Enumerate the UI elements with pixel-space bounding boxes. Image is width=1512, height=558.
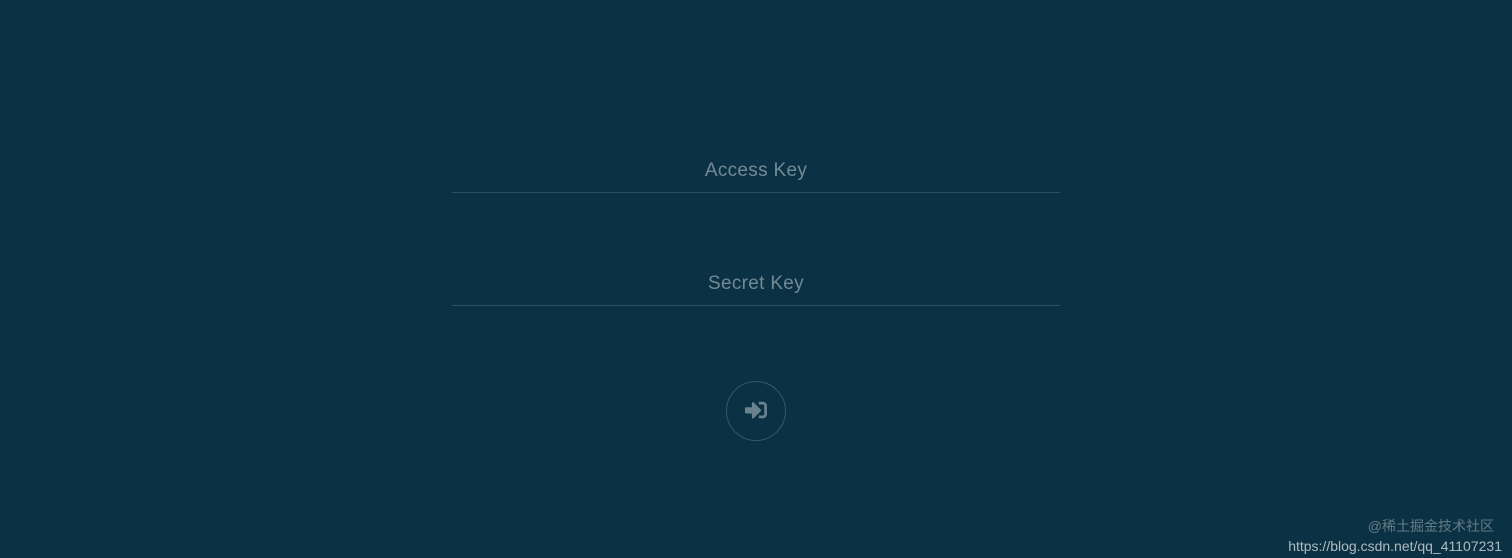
watermark-source-url: https://blog.csdn.net/qq_41107231 [1288, 538, 1502, 554]
watermark-community: @稀土掘金技术社区 [1368, 516, 1494, 536]
access-key-input[interactable] [452, 150, 1060, 193]
login-button[interactable] [726, 381, 786, 441]
secret-key-input[interactable] [452, 263, 1060, 306]
sign-in-icon [743, 399, 769, 424]
login-form [452, 150, 1060, 441]
